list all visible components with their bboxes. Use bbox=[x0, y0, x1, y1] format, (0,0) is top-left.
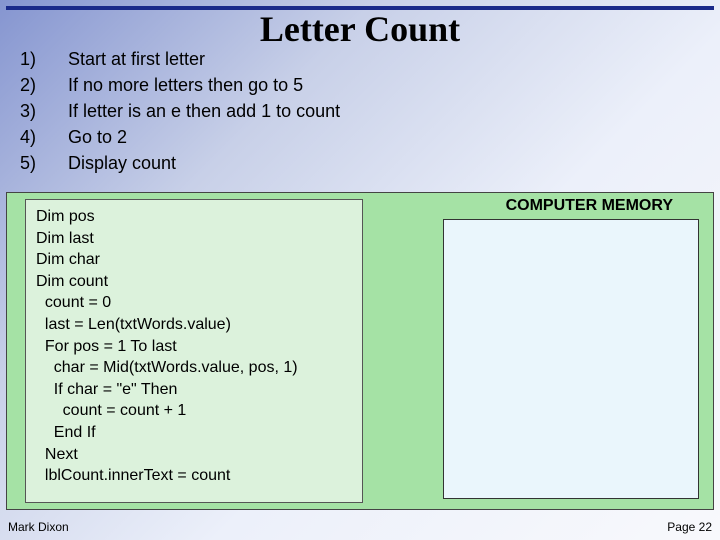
code-line: Next bbox=[36, 444, 352, 466]
list-item: 2) If no more letters then go to 5 bbox=[20, 72, 340, 98]
code-line: Dim char bbox=[36, 249, 352, 271]
code-line: For pos = 1 To last bbox=[36, 336, 352, 358]
code-line: char = Mid(txtWords.value, pos, 1) bbox=[36, 357, 352, 379]
step-text: Start at first letter bbox=[68, 46, 205, 72]
footer-page: Page 22 bbox=[667, 520, 712, 534]
step-text: Display count bbox=[68, 150, 176, 176]
step-number: 2) bbox=[20, 72, 68, 98]
code-memory-panel: Dim pos Dim last Dim char Dim count coun… bbox=[6, 192, 714, 510]
step-number: 3) bbox=[20, 98, 68, 124]
memory-title: COMPUTER MEMORY bbox=[506, 197, 673, 215]
code-listing: Dim pos Dim last Dim char Dim count coun… bbox=[25, 199, 363, 503]
code-line: last = Len(txtWords.value) bbox=[36, 314, 352, 336]
step-number: 1) bbox=[20, 46, 68, 72]
step-number: 4) bbox=[20, 124, 68, 150]
code-line: Dim last bbox=[36, 228, 352, 250]
list-item: 5) Display count bbox=[20, 150, 340, 176]
list-item: 3) If letter is an e then add 1 to count bbox=[20, 98, 340, 124]
code-line: If char = "e" Then bbox=[36, 379, 352, 401]
list-item: 1) Start at first letter bbox=[20, 46, 340, 72]
step-text: If no more letters then go to 5 bbox=[68, 72, 303, 98]
code-line: End If bbox=[36, 422, 352, 444]
code-line: count = count + 1 bbox=[36, 400, 352, 422]
step-text: If letter is an e then add 1 to count bbox=[68, 98, 340, 124]
step-text: Go to 2 bbox=[68, 124, 127, 150]
code-line: count = 0 bbox=[36, 292, 352, 314]
page-title: Letter Count bbox=[0, 8, 720, 50]
footer-author: Mark Dixon bbox=[8, 520, 69, 534]
code-line: Dim count bbox=[36, 271, 352, 293]
steps-list: 1) Start at first letter 2) If no more l… bbox=[20, 46, 340, 176]
code-line: Dim pos bbox=[36, 206, 352, 228]
list-item: 4) Go to 2 bbox=[20, 124, 340, 150]
memory-box bbox=[443, 219, 699, 499]
step-number: 5) bbox=[20, 150, 68, 176]
code-line: lblCount.innerText = count bbox=[36, 465, 352, 487]
